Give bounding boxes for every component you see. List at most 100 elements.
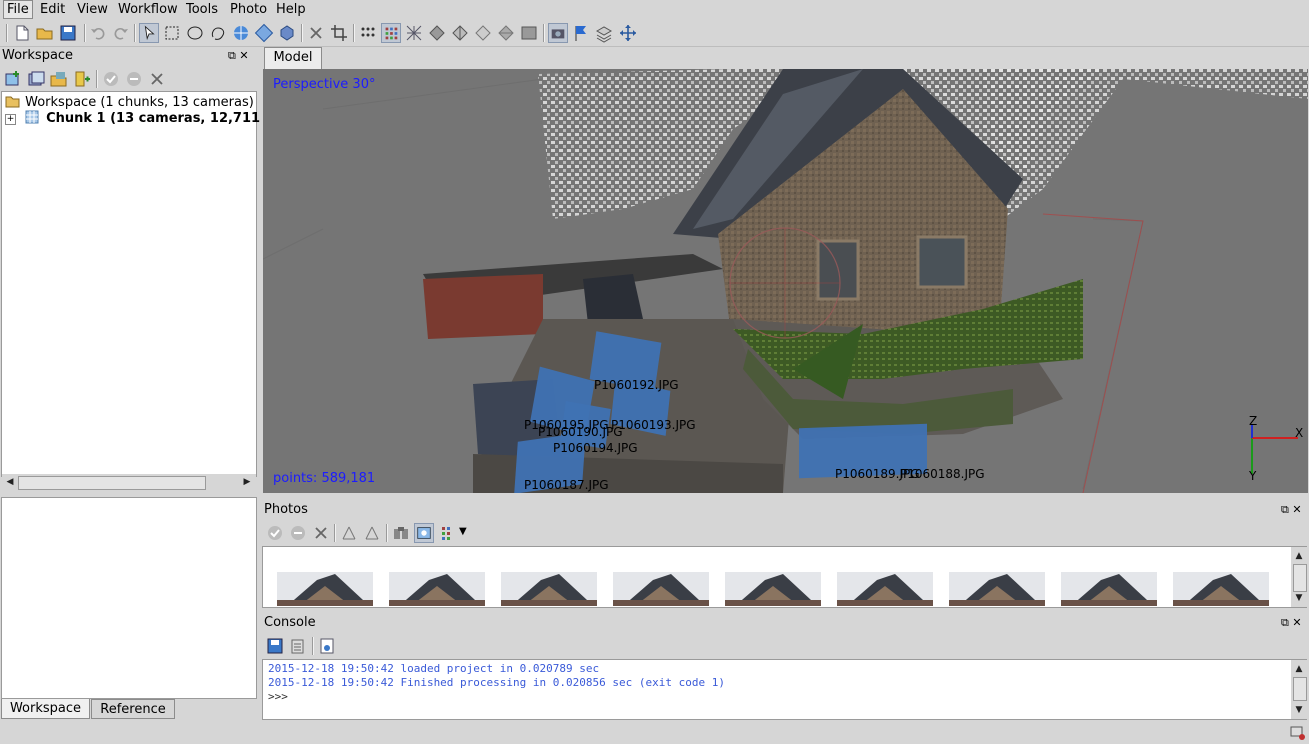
rotate-left-icon[interactable]	[339, 523, 359, 543]
model-viewport[interactable]: P1060192.JPG P1060193.JPG P1060195.JPG P…	[263, 69, 1308, 493]
menu-tools[interactable]: Tools	[183, 1, 221, 18]
properties-pane	[1, 497, 257, 699]
reset-view-icon[interactable]	[618, 23, 638, 43]
vscroll-thumb[interactable]	[1293, 677, 1307, 701]
tab-workspace[interactable]: Workspace	[1, 699, 90, 719]
close-icon[interactable]: ✕	[1292, 503, 1301, 516]
add-chunk-icon[interactable]	[3, 69, 23, 89]
float-icon[interactable]: ⧉	[1281, 616, 1289, 629]
photo-thumbnail[interactable]	[725, 572, 821, 606]
free-select-icon[interactable]	[208, 23, 228, 43]
navigate-icon[interactable]	[231, 23, 251, 43]
axis-z-label: Z	[1249, 414, 1258, 428]
textured-icon[interactable]	[473, 23, 493, 43]
select-pointer-icon[interactable]	[139, 23, 159, 43]
photo-thumbnail[interactable]	[613, 572, 709, 606]
camera-label: P1060193.JPG	[611, 418, 696, 432]
photo-thumbnail[interactable]	[1173, 572, 1269, 606]
mesh-icon[interactable]	[404, 23, 424, 43]
show-region-icon[interactable]	[594, 23, 614, 43]
point-cloud-icon[interactable]	[358, 23, 378, 43]
photo-thumbnail[interactable]	[389, 572, 485, 606]
delete-icon[interactable]	[306, 23, 326, 43]
console-vscrollbar[interactable]: ▲ ▼	[1291, 660, 1307, 719]
remove-icon[interactable]	[147, 69, 167, 89]
photo-thumbnail[interactable]	[1061, 572, 1157, 606]
menu-file[interactable]: File	[3, 0, 33, 19]
points-count-label: points: 589,181	[273, 471, 376, 486]
rectangle-select-icon[interactable]	[162, 23, 182, 43]
save-log-icon[interactable]	[265, 636, 285, 656]
axis-y-label: Y	[1249, 469, 1257, 483]
menu-edit[interactable]: Edit	[37, 1, 68, 18]
hscroll-thumb[interactable]	[18, 476, 206, 490]
scroll-right-icon[interactable]: ▶	[240, 475, 254, 489]
close-icon[interactable]: ✕	[1292, 616, 1301, 629]
close-icon[interactable]: ✕	[239, 49, 248, 62]
menu-photo[interactable]: Photo	[227, 1, 270, 18]
photo-thumbnail[interactable]	[277, 572, 373, 606]
float-icon[interactable]: ⧉	[228, 49, 236, 62]
photos-dock-buttons[interactable]: ⧉ ✕	[1281, 503, 1302, 517]
photos-panel-title: Photos	[264, 502, 308, 517]
scroll-up-icon[interactable]: ▲	[1292, 549, 1306, 563]
clear-log-icon[interactable]	[288, 636, 308, 656]
add-folder-icon[interactable]	[49, 69, 69, 89]
scroll-up-icon[interactable]: ▲	[1292, 662, 1306, 676]
disable-photo-icon[interactable]	[288, 523, 308, 543]
tree-row-chunk[interactable]: + Chunk 1 (13 cameras, 12,711 p	[5, 110, 274, 126]
tiled-icon[interactable]	[496, 23, 516, 43]
menu-help[interactable]: Help	[273, 1, 309, 18]
add-marker-icon[interactable]	[72, 69, 92, 89]
vscroll-thumb[interactable]	[1293, 564, 1307, 592]
menu-workflow[interactable]: Workflow	[115, 1, 181, 18]
remove-photo-icon[interactable]	[311, 523, 331, 543]
enable-icon[interactable]	[101, 69, 121, 89]
main-toolbar	[0, 20, 1309, 47]
workspace-hscrollbar[interactable]: ◀ ▶	[2, 474, 256, 490]
point-cloud-scene	[263, 69, 1308, 493]
redo-icon[interactable]	[111, 23, 131, 43]
photo-thumbnail[interactable]	[501, 572, 597, 606]
save-icon[interactable]	[58, 23, 78, 43]
open-folder-icon[interactable]	[35, 23, 55, 43]
view-mode-icon[interactable]	[438, 523, 458, 543]
tab-reference[interactable]: Reference	[91, 699, 175, 719]
tree-row-workspace[interactable]: Workspace (1 chunks, 13 cameras)	[5, 94, 254, 110]
reset-filter-icon[interactable]	[414, 523, 434, 543]
filter-photos-icon[interactable]	[391, 523, 411, 543]
tab-model[interactable]: Model	[264, 47, 322, 69]
show-cameras-icon[interactable]	[548, 23, 568, 43]
show-markers-icon[interactable]	[571, 23, 591, 43]
solid-icon[interactable]	[427, 23, 447, 43]
workspace-dock-buttons[interactable]: ⧉ ✕	[228, 49, 249, 63]
enable-photo-icon[interactable]	[265, 523, 285, 543]
run-script-icon[interactable]	[317, 636, 337, 656]
workspace-tree-icon	[5, 96, 20, 108]
console-prompt: >>>	[268, 690, 288, 703]
circle-select-icon[interactable]	[185, 23, 205, 43]
photo-thumbnail[interactable]	[837, 572, 933, 606]
rotate-icon[interactable]	[254, 23, 274, 43]
new-document-icon[interactable]	[12, 23, 32, 43]
photo-thumbnail[interactable]	[949, 572, 1045, 606]
scroll-left-icon[interactable]: ◀	[3, 475, 17, 489]
disable-icon[interactable]	[124, 69, 144, 89]
scroll-down-icon[interactable]: ▼	[1292, 703, 1306, 717]
undo-icon[interactable]	[88, 23, 108, 43]
crop-icon[interactable]	[329, 23, 349, 43]
add-photos-icon[interactable]	[26, 69, 46, 89]
menu-view[interactable]: View	[74, 1, 111, 18]
console-dock-buttons[interactable]: ⧉ ✕	[1281, 616, 1302, 630]
resize-icon[interactable]	[277, 23, 297, 43]
dense-cloud-icon[interactable]	[381, 23, 401, 43]
chevron-down-icon[interactable]: ▼	[459, 526, 467, 537]
scroll-down-icon[interactable]: ▼	[1292, 591, 1306, 605]
console-output[interactable]: 2015-12-18 19:50:42 loaded project in 0.…	[262, 659, 1307, 720]
dem-icon[interactable]	[519, 23, 539, 43]
expand-icon[interactable]: +	[5, 114, 16, 125]
wireframe-icon[interactable]	[450, 23, 470, 43]
photos-vscrollbar[interactable]: ▲ ▼	[1291, 547, 1307, 607]
rotate-right-icon[interactable]	[362, 523, 382, 543]
float-icon[interactable]: ⧉	[1281, 503, 1289, 516]
